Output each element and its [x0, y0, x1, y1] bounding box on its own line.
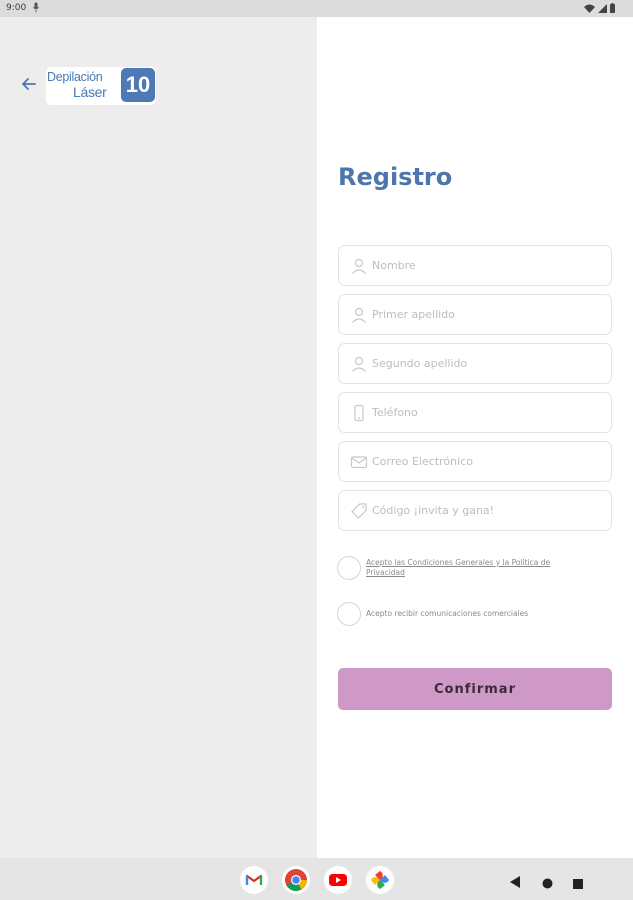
terms-radio[interactable] [337, 556, 361, 580]
terms-consent-row[interactable]: Acepto las Condiciones Generales y la Po… [337, 556, 550, 580]
status-time: 9:00 [6, 3, 27, 13]
chrome-icon[interactable] [282, 866, 310, 894]
back-nav-icon[interactable] [510, 873, 520, 892]
terms-link[interactable]: Acepto las Condiciones Generales y la Po… [366, 558, 581, 578]
referral-code-input[interactable] [372, 491, 604, 530]
logo-text-line2: Láser [73, 84, 107, 100]
home-nav-icon[interactable] [542, 874, 553, 893]
second-surname-input[interactable] [372, 344, 604, 383]
logo-text-line1: Depilación [47, 70, 103, 84]
status-bar: 9:00 [0, 0, 633, 17]
first-surname-input[interactable] [372, 295, 604, 334]
phone-field[interactable] [338, 392, 612, 433]
navigation-bar [0, 858, 633, 900]
status-icons [584, 3, 615, 13]
mail-icon [350, 456, 368, 469]
person-icon [352, 307, 366, 323]
recents-nav-icon[interactable] [573, 874, 583, 893]
email-input[interactable] [372, 442, 604, 481]
confirm-button[interactable]: Confirmar [338, 668, 612, 710]
marketing-label: Acepto recibir comunicaciones comerciale… [366, 609, 529, 618]
email-field[interactable] [338, 441, 612, 482]
phone-icon [354, 404, 364, 422]
first-surname-field[interactable] [338, 294, 612, 335]
photos-icon[interactable] [366, 866, 394, 894]
tag-icon [351, 503, 367, 519]
referral-code-field[interactable] [338, 490, 612, 531]
signal-icon [598, 3, 607, 13]
person-icon [352, 356, 366, 372]
wifi-icon [584, 4, 595, 13]
left-panel: Depilación Láser 10 [0, 17, 317, 858]
back-arrow-icon[interactable] [20, 75, 38, 93]
gmail-icon[interactable] [240, 866, 268, 894]
battery-icon [610, 3, 615, 13]
marketing-consent-row[interactable]: Acepto recibir comunicaciones comerciale… [337, 602, 528, 626]
phone-input[interactable] [372, 393, 604, 432]
name-input[interactable] [372, 246, 604, 285]
page-title: Registro [338, 163, 453, 191]
person-icon [352, 258, 366, 274]
name-field[interactable] [338, 245, 612, 286]
logo-number-badge: 10 [121, 68, 155, 102]
microphone-icon [33, 2, 39, 16]
second-surname-field[interactable] [338, 343, 612, 384]
registration-panel: Registro Acepto las Condiciones Generale… [317, 17, 633, 858]
brand-logo: Depilación Láser 10 [46, 67, 156, 105]
youtube-icon[interactable] [324, 866, 352, 894]
marketing-radio[interactable] [337, 602, 361, 626]
